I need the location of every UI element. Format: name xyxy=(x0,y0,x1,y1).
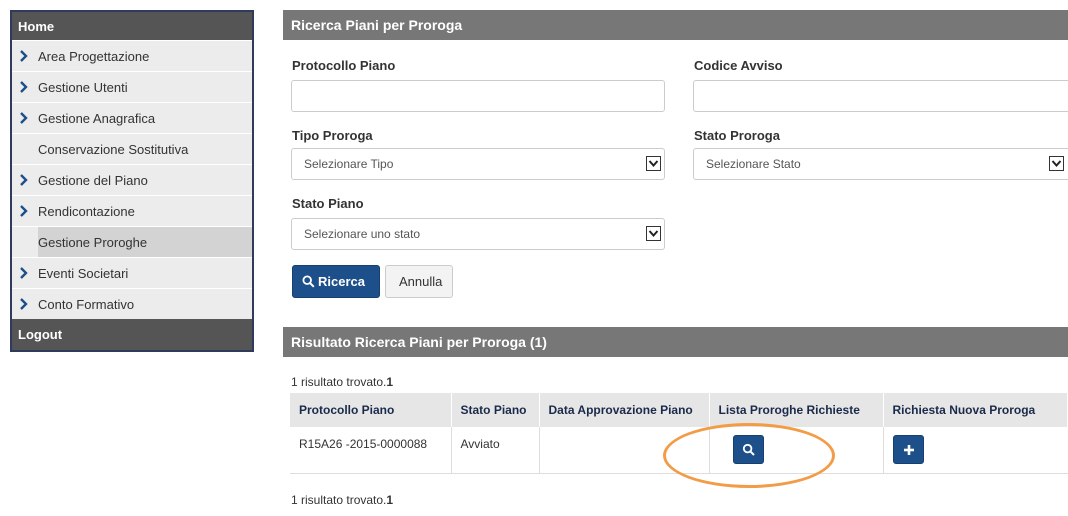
sidebar-item-label: Gestione del Piano xyxy=(38,173,148,188)
chevron-right-icon xyxy=(20,298,28,310)
protocollo-label: Protocollo Piano xyxy=(292,58,396,73)
sidebar-item-label: Area Progettazione xyxy=(38,49,150,64)
cell-stato-piano: Avviato xyxy=(451,427,540,474)
chevron-down-icon xyxy=(1049,156,1064,171)
search-panel-title: Ricerca Piani per Proroga xyxy=(283,10,1068,40)
search-icon xyxy=(302,275,315,288)
chevron-right-icon xyxy=(20,50,28,62)
column-header: Lista Proroghe Richieste xyxy=(709,393,884,427)
codice-avviso-label: Codice Avviso xyxy=(694,58,783,73)
sidebar-item-label: Conservazione Sostitutiva xyxy=(38,142,189,157)
cell-lista-proroghe xyxy=(709,427,884,474)
sidebar-home[interactable]: Home xyxy=(12,12,252,40)
column-header: Stato Piano xyxy=(451,393,540,427)
sidebar-item-label: Gestione Anagrafica xyxy=(38,111,156,126)
chevron-down-icon xyxy=(646,156,661,171)
chevron-right-icon xyxy=(20,81,28,93)
sidebar-item-gestione-del-piano[interactable]: Gestione del Piano xyxy=(12,164,252,195)
tipo-proroga-select[interactable]: Selezionare Tipo xyxy=(291,148,665,180)
sidebar-item-rendicontazione[interactable]: Rendicontazione xyxy=(12,195,252,226)
sidebar-item-label: Rendicontazione xyxy=(38,204,135,219)
results-count-top: 1 risultato trovato.1 xyxy=(291,375,393,389)
sidebar-item-conservazione-sostitutiva[interactable]: Conservazione Sostitutiva xyxy=(12,133,252,164)
results-count-value: 1 xyxy=(386,493,394,507)
chevron-right-icon xyxy=(20,112,28,124)
column-header: Data Approvazione Piano xyxy=(539,393,710,427)
sidebar-item-label: Conto Formativo xyxy=(38,297,135,312)
results-count-value: 1 xyxy=(386,375,394,389)
sidebar-item-area-progettazione[interactable]: Area Progettazione xyxy=(12,40,252,71)
chevron-right-icon xyxy=(20,205,28,217)
cancel-button[interactable]: Annulla xyxy=(385,265,453,298)
stato-piano-select[interactable]: Selezionare uno stato xyxy=(291,218,665,250)
chevron-right-icon xyxy=(20,267,28,279)
chevron-right-icon xyxy=(20,174,28,186)
search-button-label: Ricerca xyxy=(318,274,365,289)
sidebar-item-gestione-anagrafica[interactable]: Gestione Anagrafica xyxy=(12,102,252,133)
table-header-row: Protocollo Piano Stato Piano Data Approv… xyxy=(290,393,1068,427)
sidebar-item-gestione-utenti[interactable]: Gestione Utenti xyxy=(12,71,252,102)
results-count-bottom: 1 risultato trovato.1 xyxy=(291,493,393,507)
results-count-text: 1 risultato trovato. xyxy=(291,493,387,507)
stato-piano-label: Stato Piano xyxy=(292,196,364,211)
protocollo-input[interactable] xyxy=(291,80,665,112)
new-proroga-button[interactable] xyxy=(892,435,924,464)
cell-data-approvazione xyxy=(539,427,710,474)
stato-proroga-select[interactable]: Selezionare Stato xyxy=(693,148,1068,180)
view-proroghe-button[interactable] xyxy=(732,435,764,464)
tipo-proroga-value: Selezionare Tipo xyxy=(304,157,394,171)
results-table: Protocollo Piano Stato Piano Data Approv… xyxy=(290,393,1068,474)
results-panel-title: Risultato Ricerca Piani per Proroga (1) xyxy=(283,327,1068,357)
codice-avviso-input[interactable] xyxy=(693,80,1068,112)
stato-piano-value: Selezionare uno stato xyxy=(304,227,421,241)
sidebar-logout[interactable]: Logout xyxy=(12,319,252,350)
tipo-proroga-label: Tipo Proroga xyxy=(292,128,373,143)
stato-proroga-label: Stato Proroga xyxy=(694,128,780,143)
sidebar-item-label: Eventi Societari xyxy=(38,266,129,281)
sidebar-item-conto-formativo[interactable]: Conto Formativo xyxy=(12,288,252,319)
sidebar-item-gestione-proroghe[interactable]: Gestione Proroghe xyxy=(12,226,252,257)
plus-icon xyxy=(903,445,914,455)
results-count-text: 1 risultato trovato. xyxy=(291,375,387,389)
sidebar-item-eventi-societari[interactable]: Eventi Societari xyxy=(12,257,252,288)
table-row: R15A26 -2015-0000088 Avviato xyxy=(290,427,1068,474)
column-header: Protocollo Piano xyxy=(290,393,452,427)
search-button[interactable]: Ricerca xyxy=(292,265,380,298)
sidebar-item-label: Gestione Utenti xyxy=(38,80,128,95)
chevron-down-icon xyxy=(646,226,661,241)
sidebar-item-label: Gestione Proroghe xyxy=(38,235,148,250)
column-header: Richiesta Nuova Proroga xyxy=(883,393,1068,427)
stato-proroga-value: Selezionare Stato xyxy=(706,157,801,171)
cell-protocollo: R15A26 -2015-0000088 xyxy=(290,427,452,474)
search-icon xyxy=(742,443,755,456)
cell-nuova-proroga xyxy=(883,427,1068,474)
sidebar-menu: Home Area Progettazione Gestione Utenti … xyxy=(10,10,254,352)
